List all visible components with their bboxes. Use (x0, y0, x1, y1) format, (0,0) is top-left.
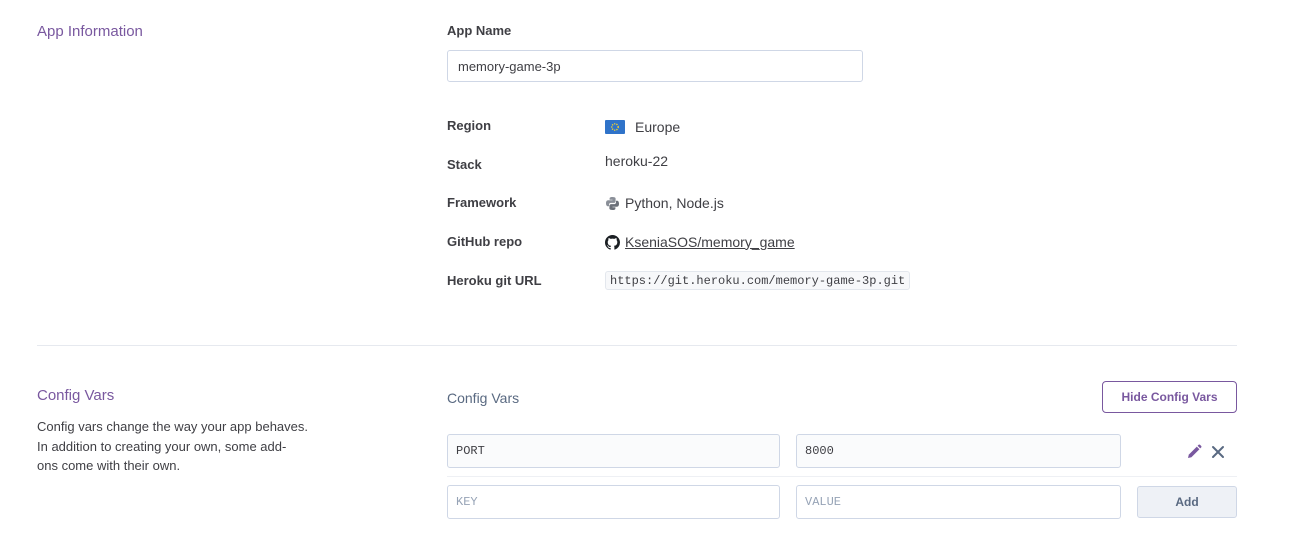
config-vars-description-line: ons come with their own. (37, 458, 181, 473)
new-config-value-input[interactable]: VALUE (796, 485, 1121, 519)
eu-flag-icon (605, 120, 625, 134)
config-vars-description: Config vars change the way your app beha… (37, 417, 322, 476)
new-config-value-placeholder: VALUE (805, 495, 842, 509)
pencil-icon[interactable] (1185, 443, 1203, 461)
region-label: Region (447, 118, 492, 133)
add-config-var-button[interactable]: Add (1137, 486, 1237, 518)
section-divider (37, 345, 1237, 346)
framework-value: Python, Node.js (625, 195, 724, 211)
app-name-value: memory-game-3p (458, 58, 561, 74)
stack-label: Stack (447, 157, 482, 172)
app-name-label: App Name (447, 23, 512, 38)
config-vars-description-line: Config vars change the way your app beha… (37, 419, 309, 434)
region-value: Europe (635, 119, 681, 135)
heroku-git-url-label: Heroku git URL (447, 273, 542, 288)
config-vars-description-line: In addition to creating your own, some a… (37, 438, 287, 454)
heroku-git-url-value: https://git.heroku.com/memory-game-3p.gi… (610, 273, 906, 288)
config-var-value-field[interactable]: 8000 (796, 434, 1121, 468)
python-icon (605, 196, 620, 211)
close-icon[interactable] (1210, 444, 1226, 460)
framework-label: Framework (447, 195, 517, 210)
heroku-git-url-box[interactable]: https://git.heroku.com/memory-game-3p.gi… (605, 271, 911, 290)
config-var-value: 8000 (805, 444, 834, 458)
app-name-input[interactable]: memory-game-3p (447, 50, 863, 82)
config-var-key-field[interactable]: PORT (447, 434, 780, 468)
new-config-key-placeholder: KEY (456, 495, 478, 509)
stack-value: heroku-22 (605, 153, 669, 169)
new-config-key-input[interactable]: KEY (447, 485, 780, 519)
framework-value-group: Python, Node.js (605, 195, 724, 211)
github-repo-link[interactable]: KseniaSOS/memory_game (625, 234, 795, 250)
config-var-key: PORT (456, 444, 485, 458)
github-repo-label: GitHub repo (447, 234, 523, 249)
config-vars-panel-title: Config Vars (447, 390, 520, 406)
hide-config-vars-button[interactable]: Hide Config Vars (1102, 381, 1237, 413)
config-vars-title: Config Vars (37, 387, 115, 404)
github-repo-group: KseniaSOS/memory_game (605, 233, 795, 250)
region-value-group: Europe (605, 119, 680, 135)
app-information-title: App Information (37, 23, 143, 40)
github-icon (605, 235, 620, 250)
config-row-divider (447, 476, 1237, 477)
